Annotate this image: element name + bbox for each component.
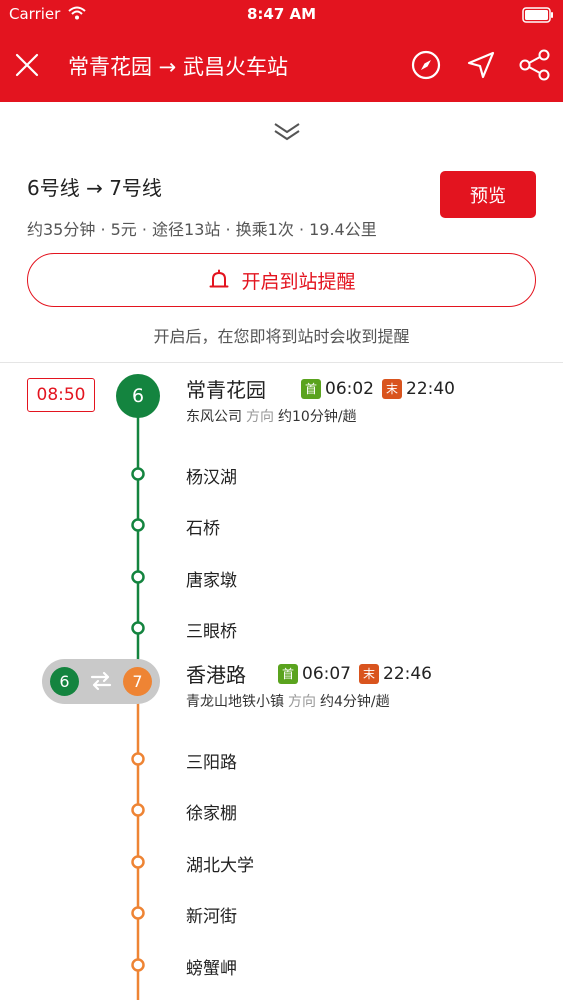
direction-word: 方向 xyxy=(288,694,316,710)
stop-dot xyxy=(131,467,145,481)
arrival-reminder-label: 开启到站提醒 xyxy=(241,270,356,293)
direction-terminal: 东风公司 xyxy=(186,409,242,425)
transfer-station-name: 香港路 xyxy=(186,663,246,687)
stop-name: 杨汉湖 xyxy=(186,468,237,488)
preview-button[interactable]: 预览 xyxy=(440,171,536,218)
locate-icon[interactable] xyxy=(465,49,497,81)
stop-name: 徐家棚 xyxy=(186,804,237,824)
direction-info: 青龙山地铁小镇 方向 约4分钟/趟 xyxy=(186,691,390,711)
stop-name: 三眼桥 xyxy=(186,622,237,642)
board-station-name: 常青花园 xyxy=(186,378,266,402)
last-train-tag: 末 xyxy=(382,379,402,399)
status-bar: Carrier 8:47 AM xyxy=(0,0,563,30)
divider xyxy=(0,362,563,363)
last-train-time: 22:40 xyxy=(406,379,455,399)
last-train-time: 22:46 xyxy=(383,664,432,684)
stop-dot xyxy=(131,958,145,972)
first-train-tag: 首 xyxy=(301,379,321,399)
service-hours: 首 06:02 末 22:40 xyxy=(301,379,455,399)
stop-dot xyxy=(131,803,145,817)
direction-terminal: 青龙山地铁小镇 xyxy=(186,694,284,710)
line-6-badge: 6 xyxy=(116,374,160,418)
direction-word: 方向 xyxy=(246,409,274,425)
first-train-time: 06:02 xyxy=(325,379,374,399)
navigation-bar: 常青花园 → 武昌火车站 xyxy=(0,30,563,102)
first-train-time: 06:07 xyxy=(302,664,351,684)
stop-name: 三阳路 xyxy=(186,753,237,773)
transfer-from-line: 6 xyxy=(50,667,79,696)
bell-icon xyxy=(209,269,229,288)
compass-icon[interactable] xyxy=(410,49,442,81)
stop-name: 湖北大学 xyxy=(186,856,254,876)
stop-dot xyxy=(131,855,145,869)
stop-dot xyxy=(131,621,145,635)
stop-name: 螃蟹岬 xyxy=(186,959,237,979)
last-train-tag: 末 xyxy=(359,664,379,684)
stop-dot xyxy=(131,518,145,532)
stop-name: 新河街 xyxy=(186,907,237,927)
route-track xyxy=(131,396,145,1000)
stop-name: 唐家墩 xyxy=(186,571,237,591)
app-header: Carrier 8:47 AM 常青花园 → 武昌火车站 xyxy=(0,0,563,102)
stop-dot xyxy=(131,906,145,920)
status-time: 8:47 AM xyxy=(246,5,317,23)
departure-time-badge: 08:50 xyxy=(27,378,95,412)
collapse-chevron-icon[interactable] xyxy=(271,120,303,142)
transfer-swap-icon xyxy=(90,671,112,691)
share-icon[interactable] xyxy=(518,48,552,82)
train-frequency: 约4分钟/趟 xyxy=(320,694,390,710)
stop-dot xyxy=(131,570,145,584)
battery-icon xyxy=(522,7,553,23)
transfer-to-line: 7 xyxy=(123,667,152,696)
arrival-reminder-button[interactable]: 开启到站提醒 xyxy=(27,253,536,307)
transfer-badge: 6 7 xyxy=(42,659,160,704)
first-train-tag: 首 xyxy=(278,664,298,684)
arrival-reminder-hint: 开启后，在您即将到站时会收到提醒 xyxy=(153,327,410,346)
page-title: 常青花园 → 武昌火车站 xyxy=(68,55,288,79)
service-hours: 首 06:07 末 22:46 xyxy=(278,664,432,684)
route-stats: 约35分钟 · 5元 · 途径13站 · 换乘1次 · 19.4公里 xyxy=(27,220,377,239)
stop-dot xyxy=(131,752,145,766)
train-frequency: 约10分钟/趟 xyxy=(278,409,357,425)
close-icon[interactable] xyxy=(12,50,42,80)
route-lines-title: 6号线 → 7号线 xyxy=(27,176,162,200)
stop-name: 石桥 xyxy=(186,519,220,539)
direction-info: 东风公司 方向 约10分钟/趟 xyxy=(186,406,357,426)
